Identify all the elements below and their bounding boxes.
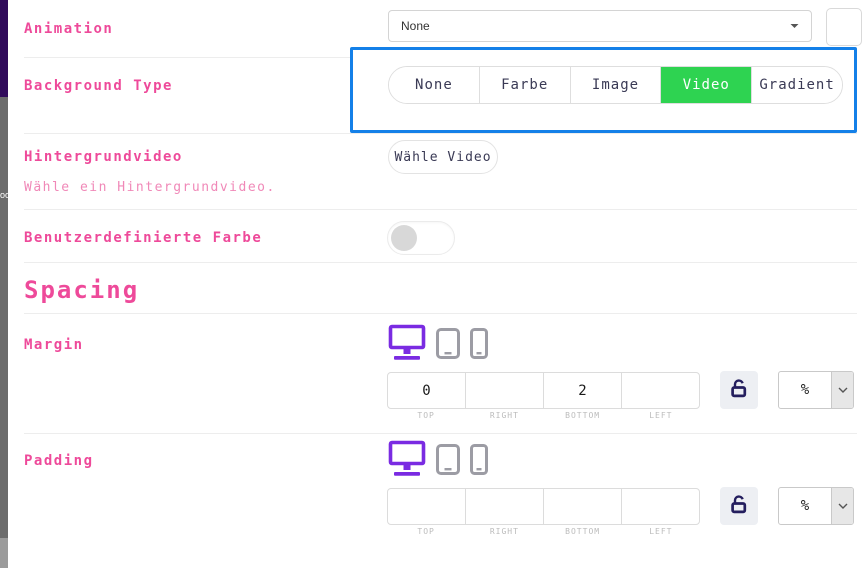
padding-right-input[interactable] bbox=[466, 489, 543, 524]
background-type-option-farbe[interactable]: Farbe bbox=[480, 67, 571, 103]
toggle-knob bbox=[391, 225, 417, 251]
margin-bottom-input[interactable] bbox=[544, 373, 621, 408]
desktop-icon[interactable] bbox=[388, 440, 426, 477]
padding-top-caption: TOP bbox=[387, 527, 465, 536]
row-divider bbox=[24, 313, 857, 314]
margin-unit-value: % bbox=[779, 372, 831, 408]
custom-color-label: Benutzerdefinierte Farbe bbox=[24, 230, 262, 246]
background-video-description: Wähle ein Hintergrundvideo. bbox=[24, 180, 276, 195]
background-type-option-gradient[interactable]: Gradient bbox=[752, 67, 842, 103]
padding-unit-select[interactable]: % bbox=[778, 487, 854, 525]
mobile-icon[interactable] bbox=[470, 444, 488, 475]
margin-bottom-caption: BOTTOM bbox=[544, 411, 622, 420]
padding-inputs bbox=[387, 488, 700, 525]
unlock-icon bbox=[729, 494, 749, 518]
margin-side-labels: TOP RIGHT BOTTOM LEFT bbox=[387, 411, 700, 420]
margin-top-caption: TOP bbox=[387, 411, 465, 420]
background-type-label: Background Type bbox=[24, 78, 173, 94]
chevron-down-icon bbox=[831, 372, 853, 408]
row-divider bbox=[24, 262, 857, 263]
margin-device-switcher bbox=[388, 324, 488, 361]
margin-top-input[interactable] bbox=[388, 373, 465, 408]
chevron-down-icon bbox=[790, 23, 799, 29]
padding-left-input[interactable] bbox=[622, 489, 699, 524]
margin-inputs bbox=[387, 372, 700, 409]
row-divider bbox=[24, 433, 857, 434]
spacing-heading: Spacing bbox=[24, 276, 139, 304]
margin-left-input[interactable] bbox=[622, 373, 699, 408]
settings-panel: oc Animation None Background Type None F… bbox=[0, 0, 865, 568]
animation-select[interactable]: None bbox=[388, 10, 812, 42]
tablet-icon[interactable] bbox=[436, 444, 460, 475]
padding-device-switcher bbox=[388, 440, 488, 477]
background-page-strip: oc bbox=[0, 0, 8, 568]
row-divider bbox=[24, 209, 857, 210]
custom-color-toggle[interactable] bbox=[387, 221, 455, 255]
padding-right-caption: RIGHT bbox=[465, 527, 543, 536]
margin-left-caption: LEFT bbox=[622, 411, 700, 420]
padding-bottom-input[interactable] bbox=[544, 489, 621, 524]
padding-side-labels: TOP RIGHT BOTTOM LEFT bbox=[387, 527, 700, 536]
desktop-icon[interactable] bbox=[388, 324, 426, 361]
background-type-option-video[interactable]: Video bbox=[661, 67, 752, 103]
animation-label: Animation bbox=[24, 21, 113, 37]
background-page-strip-bottom bbox=[0, 538, 8, 568]
margin-label: Margin bbox=[24, 337, 84, 353]
background-video-label: Hintergrundvideo bbox=[24, 149, 183, 165]
empty-swatch-box[interactable] bbox=[826, 8, 862, 46]
mobile-icon[interactable] bbox=[470, 328, 488, 359]
choose-video-button[interactable]: Wähle Video bbox=[388, 140, 498, 174]
background-type-option-none[interactable]: None bbox=[389, 67, 480, 103]
chevron-down-icon bbox=[831, 488, 853, 524]
tablet-icon[interactable] bbox=[436, 328, 460, 359]
margin-right-input[interactable] bbox=[466, 373, 543, 408]
padding-top-input[interactable] bbox=[388, 489, 465, 524]
row-divider bbox=[24, 133, 857, 134]
margin-right-caption: RIGHT bbox=[465, 411, 543, 420]
unlock-icon bbox=[729, 378, 749, 402]
background-type-option-image[interactable]: Image bbox=[571, 67, 662, 103]
padding-left-caption: LEFT bbox=[622, 527, 700, 536]
background-page-strip-top bbox=[0, 0, 8, 97]
animation-select-value: None bbox=[401, 19, 430, 33]
background-text-fragment: oc bbox=[0, 191, 10, 200]
margin-link-values-button[interactable] bbox=[720, 371, 758, 409]
padding-link-values-button[interactable] bbox=[720, 487, 758, 525]
padding-unit-value: % bbox=[779, 488, 831, 524]
padding-bottom-caption: BOTTOM bbox=[544, 527, 622, 536]
background-type-button-group: None Farbe Image Video Gradient bbox=[388, 66, 843, 104]
padding-label: Padding bbox=[24, 453, 94, 469]
margin-unit-select[interactable]: % bbox=[778, 371, 854, 409]
